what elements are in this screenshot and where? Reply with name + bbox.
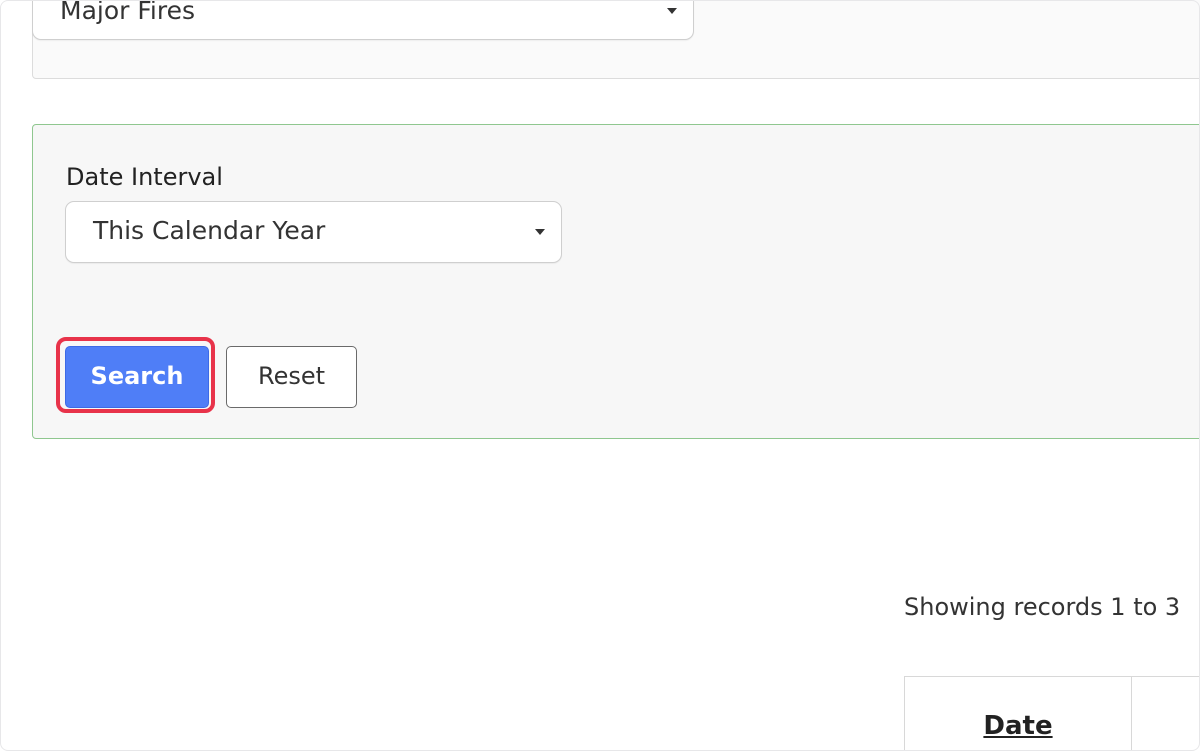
incident-type-select-value: Major Fires [60, 0, 195, 25]
reset-button[interactable]: Reset [226, 346, 357, 408]
results-table: Date [904, 676, 1200, 751]
column-header-date-label[interactable]: Date [905, 711, 1131, 741]
date-interval-label: Date Interval [66, 163, 223, 191]
search-button[interactable]: Search [65, 346, 209, 408]
records-info: Showing records 1 to 3 [904, 593, 1181, 621]
date-interval-select-value: This Calendar Year [93, 216, 326, 245]
caret-down-icon [667, 8, 677, 14]
page: Major Fires Date Interval This Calendar … [0, 0, 1200, 751]
caret-down-icon [535, 229, 545, 235]
date-filter-panel: Date Interval This Calendar Year Search … [32, 124, 1200, 439]
column-header-date[interactable]: Date [905, 677, 1132, 751]
date-interval-select[interactable]: This Calendar Year [65, 201, 562, 263]
incident-type-select[interactable]: Major Fires [32, 0, 694, 40]
